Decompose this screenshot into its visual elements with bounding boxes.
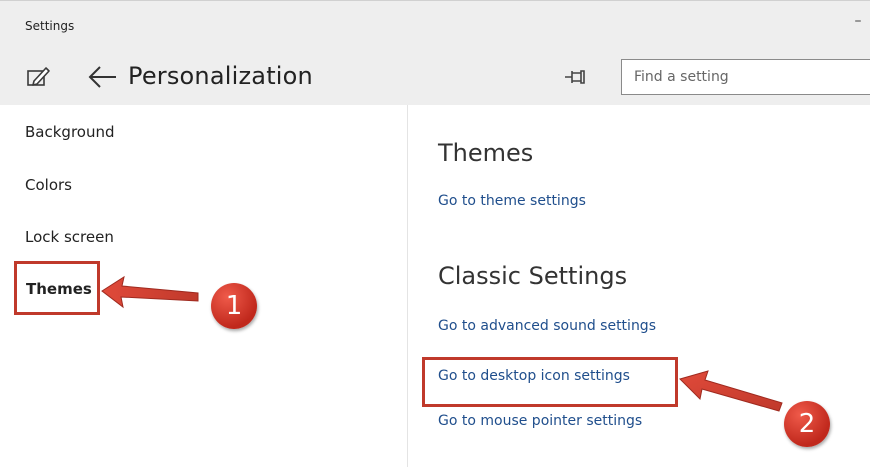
settings-window: Settings – Personalization Background Co…: [0, 0, 870, 467]
sidebar-item-colors[interactable]: Colors: [25, 176, 72, 194]
sidebar-item-background[interactable]: Background: [25, 123, 115, 141]
classic-settings-heading: Classic Settings: [438, 262, 628, 290]
header-bar: Personalization: [0, 47, 870, 105]
page-title: Personalization: [128, 62, 313, 90]
window-title: Settings: [25, 19, 75, 33]
minimize-button[interactable]: –: [850, 13, 866, 29]
step-badge-2: 2: [784, 401, 830, 447]
theme-settings-link[interactable]: Go to theme settings: [438, 193, 586, 209]
step-badge-1: 1: [211, 283, 257, 329]
mouse-pointer-settings-link[interactable]: Go to mouse pointer settings: [438, 413, 642, 429]
search-input[interactable]: [634, 67, 854, 87]
pin-icon[interactable]: [563, 67, 591, 87]
sidebar-item-lock-screen[interactable]: Lock screen: [25, 228, 114, 246]
back-arrow-icon[interactable]: [86, 63, 118, 91]
themes-heading: Themes: [438, 139, 534, 167]
title-bar: Settings –: [0, 1, 870, 47]
search-box[interactable]: [621, 59, 870, 95]
annotation-arrow-1-icon: [101, 275, 199, 309]
annotation-arrow-2-icon: [679, 370, 783, 412]
sidebar-item-themes[interactable]: Themes: [26, 280, 92, 298]
desktop-icon-settings-link[interactable]: Go to desktop icon settings: [438, 368, 630, 384]
advanced-sound-settings-link[interactable]: Go to advanced sound settings: [438, 318, 656, 334]
edit-icon[interactable]: [25, 65, 53, 89]
